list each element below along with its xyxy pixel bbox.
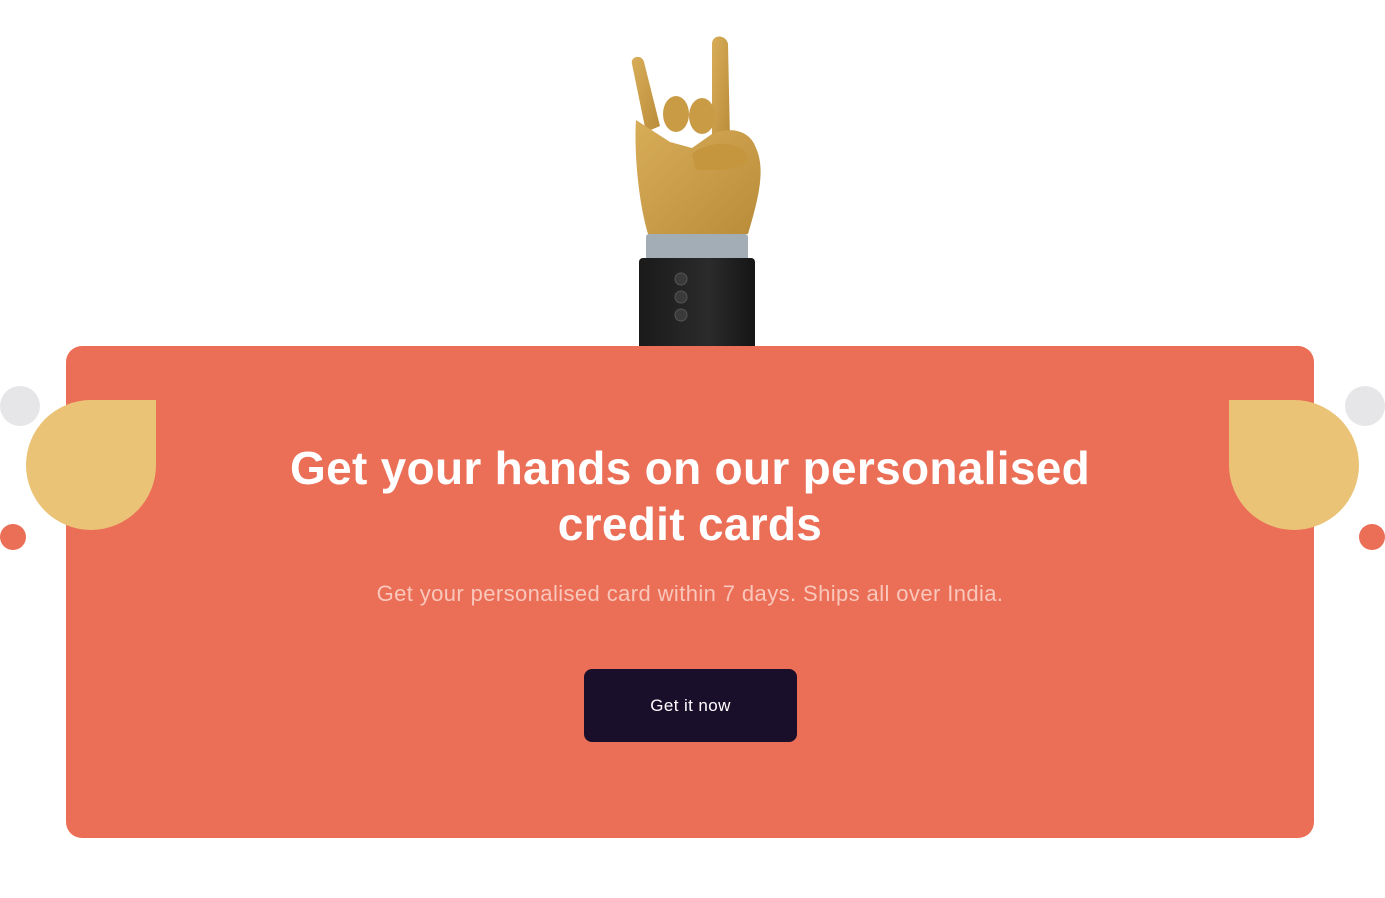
- cta-title-line-2: credit cards: [557, 498, 823, 550]
- cta-subtitle: Get your personalised card within 7 days…: [376, 581, 1004, 606]
- cta-card: Get your hands on our personalised credi…: [66, 346, 1314, 838]
- decor-drop-shape-left: [26, 400, 156, 530]
- cta-title: Get your hands on our personalised credi…: [66, 440, 1314, 552]
- rock-on-hand-icon: [631, 36, 761, 350]
- cta-section: Get your hands on our personalised credi…: [0, 0, 1385, 898]
- decor-drop-shape-right: [1229, 400, 1359, 530]
- decor-dot-left: [0, 524, 26, 550]
- decor-dot-right: [1359, 524, 1385, 550]
- get-it-now-button[interactable]: Get it now: [584, 669, 797, 742]
- cta-title-line-1: Get your hands on our personalised: [290, 442, 1090, 494]
- decor-grey-circle-left: [0, 386, 40, 426]
- decor-grey-circle-right: [1345, 386, 1385, 426]
